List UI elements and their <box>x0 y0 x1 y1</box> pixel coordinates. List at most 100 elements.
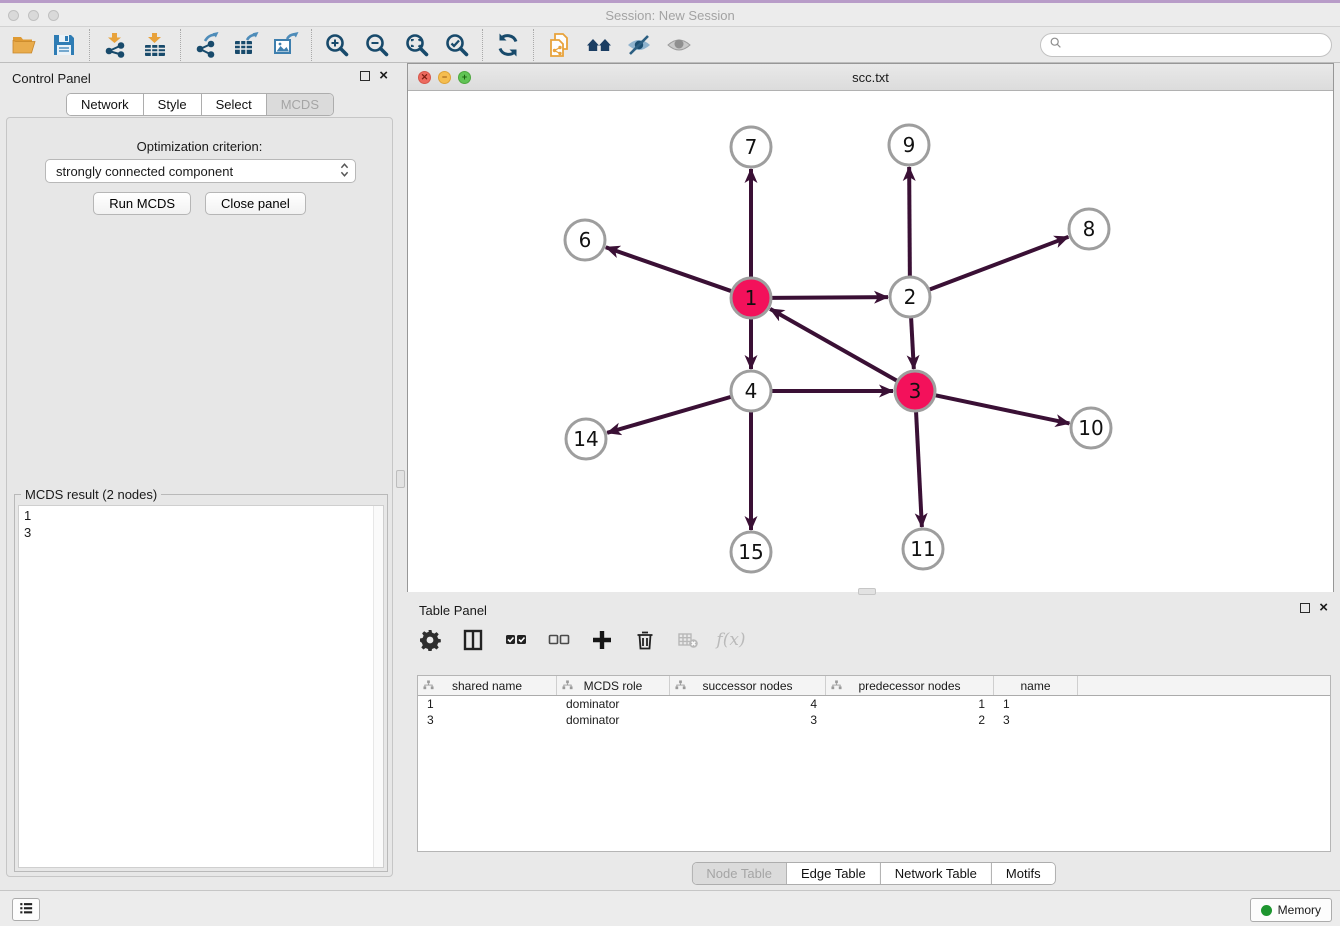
show-graphics-details-icon[interactable] <box>659 29 699 61</box>
close-panel-button[interactable]: Close panel <box>205 192 306 215</box>
import-network-icon[interactable] <box>95 29 135 61</box>
zoom-fit-icon[interactable] <box>397 29 437 61</box>
column-tree-icon <box>831 680 842 694</box>
table-panel-header: Table Panel × <box>407 595 1340 625</box>
edge-2-8[interactable] <box>930 237 1069 290</box>
close-panel-icon[interactable]: × <box>379 71 388 81</box>
column-tree-icon <box>423 680 434 694</box>
import-table-icon[interactable] <box>135 29 175 61</box>
svg-text:6: 6 <box>579 228 592 252</box>
node-15[interactable]: 15 <box>731 532 771 572</box>
vertical-splitter-grip[interactable] <box>396 470 405 488</box>
column-header-MCDS-role[interactable]: MCDS role <box>557 676 670 695</box>
result-scrollbar[interactable] <box>373 506 383 867</box>
network-canvas[interactable]: 7 9 6 8 1 2 4 3 14 10 15 11 <box>408 91 1333 592</box>
control-panel-tabs: NetworkStyleSelectMCDS <box>66 93 334 116</box>
tab-mcds[interactable]: MCDS <box>266 94 333 115</box>
edge-4-14[interactable] <box>607 397 731 433</box>
close-table-panel-icon[interactable]: × <box>1319 603 1328 613</box>
node-1[interactable]: 1 <box>731 278 771 318</box>
delete-column-icon[interactable] <box>632 627 658 653</box>
select-all-rows-icon[interactable] <box>503 627 529 653</box>
zoom-in-icon[interactable] <box>317 29 357 61</box>
control-panel: Control Panel × NetworkStyleSelectMCDS O… <box>0 63 400 884</box>
run-mcds-button[interactable]: Run MCDS <box>93 192 191 215</box>
edge-1-6[interactable] <box>606 247 731 291</box>
toolbar-separator <box>180 29 181 61</box>
app-titlebar: Session: New Session <box>0 0 1340 27</box>
memory-button[interactable]: Memory <box>1250 898 1332 922</box>
float-table-panel-icon[interactable] <box>1300 603 1310 613</box>
horizontal-splitter-grip[interactable] <box>858 588 876 595</box>
svg-text:1: 1 <box>745 286 758 310</box>
column-header-successor-nodes[interactable]: successor nodes <box>670 676 826 695</box>
network-graph: 7 9 6 8 1 2 4 3 14 10 15 11 <box>408 91 1333 592</box>
table-panel-title: Table Panel <box>419 603 487 618</box>
node-10[interactable]: 10 <box>1071 408 1111 448</box>
network-window-titlebar[interactable]: ✕ − + scc.txt <box>408 64 1333 91</box>
node-11[interactable]: 11 <box>903 529 943 569</box>
refresh-view-icon[interactable] <box>488 29 528 61</box>
table-row[interactable]: 3dominator323 <box>418 712 1330 728</box>
node-8[interactable]: 8 <box>1069 209 1109 249</box>
node-6[interactable]: 6 <box>565 220 605 260</box>
search-input[interactable] <box>1067 37 1323 52</box>
column-header-name[interactable]: name <box>994 676 1078 695</box>
table-cell: 1 <box>418 696 557 712</box>
ndex-home-icon[interactable] <box>579 29 619 61</box>
edge-2-3[interactable] <box>911 318 914 369</box>
column-header-filler <box>1078 676 1330 695</box>
edge-1-2[interactable] <box>772 297 888 298</box>
edge-3-10[interactable] <box>936 395 1070 423</box>
clone-network-icon[interactable] <box>539 29 579 61</box>
node-14[interactable]: 14 <box>566 419 606 459</box>
toolbar-separator <box>311 29 312 61</box>
table-toolbar: f(x) <box>417 627 744 653</box>
task-history-button[interactable] <box>12 898 40 921</box>
zoom-selected-icon[interactable] <box>437 29 477 61</box>
main-toolbar <box>0 27 1340 63</box>
dropdown-stepper-icon <box>340 162 349 181</box>
app-title: Session: New Session <box>0 8 1340 23</box>
tab-edge-table[interactable]: Edge Table <box>786 863 880 884</box>
mcds-result-textarea[interactable]: 1 3 <box>18 505 384 868</box>
tab-style[interactable]: Style <box>143 94 201 115</box>
hide-graphics-details-icon[interactable] <box>619 29 659 61</box>
node-7[interactable]: 7 <box>731 127 771 167</box>
toolbar-icon-group <box>4 29 699 61</box>
table-row[interactable]: 1dominator411 <box>418 696 1330 712</box>
tab-network-table[interactable]: Network Table <box>880 863 991 884</box>
tab-motifs[interactable]: Motifs <box>991 863 1055 884</box>
add-column-icon[interactable] <box>589 627 615 653</box>
column-header-predecessor-nodes[interactable]: predecessor nodes <box>826 676 994 695</box>
list-icon <box>17 899 35 920</box>
node-3[interactable]: 3 <box>895 371 935 411</box>
criterion-dropdown[interactable]: strongly connected component <box>45 159 356 183</box>
float-panel-icon[interactable] <box>360 71 370 81</box>
tab-select[interactable]: Select <box>201 94 266 115</box>
search-icon <box>1049 36 1063 53</box>
open-session-icon[interactable] <box>4 29 44 61</box>
node-2[interactable]: 2 <box>890 277 930 317</box>
criterion-value: strongly connected component <box>56 164 340 179</box>
table-cell: 1 <box>994 696 1078 712</box>
edge-2-9[interactable] <box>909 167 910 276</box>
save-session-icon[interactable] <box>44 29 84 61</box>
column-header-shared-name[interactable]: shared name <box>418 676 557 695</box>
export-network-icon[interactable] <box>186 29 226 61</box>
node-table: shared nameMCDS rolesuccessor nodesprede… <box>417 675 1331 852</box>
export-table-icon[interactable] <box>226 29 266 61</box>
edge-3-1[interactable] <box>770 309 897 381</box>
search-field[interactable] <box>1040 33 1332 57</box>
export-image-icon[interactable] <box>266 29 306 61</box>
column-pane-icon[interactable] <box>460 627 486 653</box>
deselect-all-rows-icon[interactable] <box>546 627 572 653</box>
table-mode-gear-icon[interactable] <box>417 627 443 653</box>
node-4[interactable]: 4 <box>731 371 771 411</box>
tab-network[interactable]: Network <box>67 94 143 115</box>
svg-text:2: 2 <box>904 285 917 309</box>
edge-3-11[interactable] <box>916 412 922 527</box>
node-9[interactable]: 9 <box>889 125 929 165</box>
tab-node-table[interactable]: Node Table <box>692 863 786 884</box>
zoom-out-icon[interactable] <box>357 29 397 61</box>
